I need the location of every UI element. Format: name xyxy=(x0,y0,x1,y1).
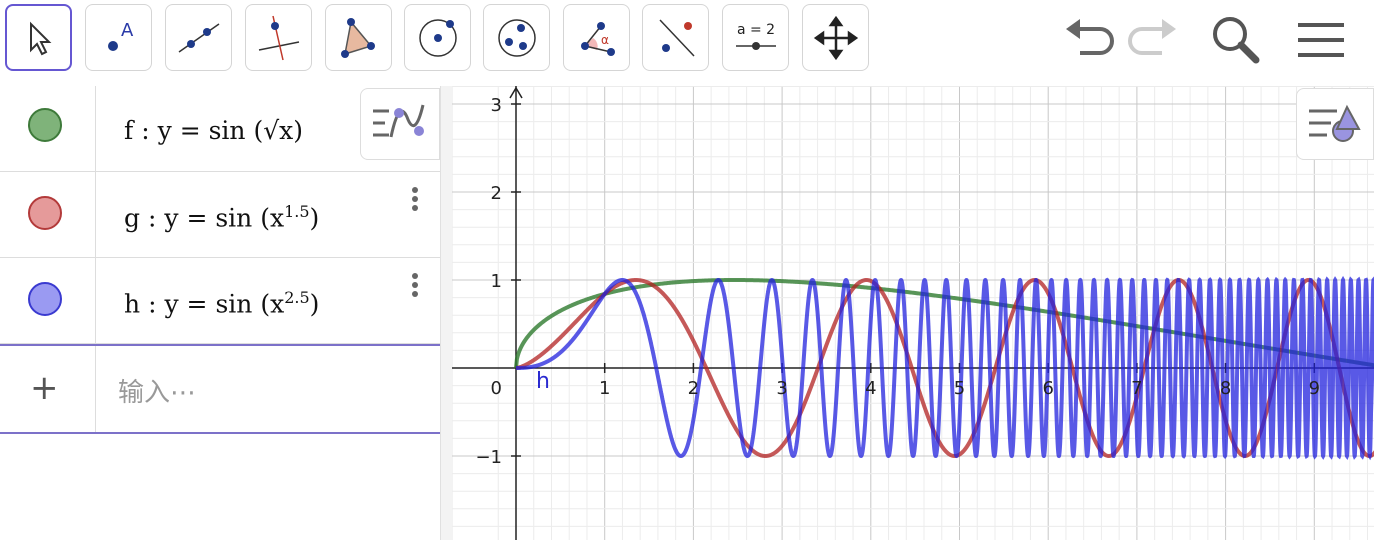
function-plot: 0 1 2 3 4 5 6 7 8 9 3 2 1 −1 h xyxy=(452,86,1374,540)
circle-three-points-icon xyxy=(497,18,536,57)
menu-icon xyxy=(1298,23,1344,57)
redo-button[interactable] xyxy=(1124,10,1184,70)
point-icon: A xyxy=(107,20,134,51)
angle-tool-button[interactable]: α xyxy=(563,4,630,71)
slider-tool-button[interactable]: a = 2 xyxy=(722,4,789,71)
algebra-input-field[interactable]: 输入⋯ xyxy=(118,372,196,409)
toolbar: A α a = 2 xyxy=(0,0,1374,87)
perpendicular-line-icon xyxy=(258,15,299,60)
circle-three-points-tool-button[interactable] xyxy=(483,4,550,71)
angle-icon: α xyxy=(580,21,615,56)
y-tick-label-1: 2 xyxy=(491,183,502,204)
x-tick-label-7: 7 xyxy=(1131,378,1142,399)
reflect-tool-button[interactable] xyxy=(642,4,709,71)
algebra-item-g[interactable]: g : y = sin (x1.5) xyxy=(0,172,440,258)
circle-center-point-tool-button[interactable] xyxy=(404,4,471,71)
visibility-toggle-f[interactable] xyxy=(28,108,62,142)
formula-f[interactable]: f : y = sin (√x) xyxy=(124,116,303,145)
plus-icon[interactable]: + xyxy=(30,368,59,408)
perpendicular-line-tool-button[interactable] xyxy=(245,4,312,71)
x-tick-label-9: 9 xyxy=(1309,378,1320,399)
move-arrows-icon xyxy=(813,15,858,60)
circle-center-icon xyxy=(418,18,457,57)
menu-button[interactable] xyxy=(1290,10,1350,70)
visibility-cell xyxy=(0,86,96,171)
graphics-style-icon xyxy=(1309,104,1361,142)
y-tick-label-3: −1 xyxy=(475,447,502,468)
angle-tool-label: α xyxy=(601,33,609,47)
formula-h[interactable]: h : y = sin (x2.5) xyxy=(124,288,319,318)
algebra-input-row[interactable]: + 输入⋯ xyxy=(0,344,440,434)
reflect-icon xyxy=(658,18,695,57)
move-graphics-view-tool-button[interactable] xyxy=(802,4,869,71)
point-tool-button[interactable]: A xyxy=(85,4,152,71)
x-tick-label-4: 4 xyxy=(865,378,876,399)
polygon-icon xyxy=(340,17,375,58)
undo-button[interactable] xyxy=(1058,10,1118,70)
curve-label-h[interactable]: h xyxy=(536,369,550,394)
origin-label: 0 xyxy=(491,378,502,399)
y-tick-label-0: 3 xyxy=(491,95,502,116)
search-button[interactable] xyxy=(1206,10,1266,70)
more-options-icon[interactable] xyxy=(405,184,425,218)
formula-g[interactable]: g : y = sin (x1.5) xyxy=(124,202,319,232)
graphics-view[interactable]: 0 1 2 3 4 5 6 7 8 9 3 2 1 −1 h xyxy=(452,86,1374,540)
graphics-style-toggle[interactable] xyxy=(1296,88,1374,160)
algebra-style-toggle[interactable] xyxy=(360,88,440,160)
x-tick-label-2: 2 xyxy=(688,378,699,399)
point-tool-label: A xyxy=(121,20,134,41)
redo-icon xyxy=(1128,19,1176,55)
visibility-toggle-h[interactable] xyxy=(28,282,62,316)
x-tick-label-6: 6 xyxy=(1042,378,1053,399)
line-tool-button[interactable] xyxy=(165,4,232,71)
slider-icon: a = 2 xyxy=(735,22,776,50)
search-icon xyxy=(1213,17,1260,64)
line-icon xyxy=(178,22,219,53)
x-tick-label-5: 5 xyxy=(954,378,965,399)
algebra-item-h[interactable]: h : y = sin (x2.5) xyxy=(0,258,440,344)
x-tick-label-3: 3 xyxy=(776,378,787,399)
undo-icon xyxy=(1066,19,1114,55)
visibility-cell xyxy=(0,172,96,257)
x-tick-label-8: 8 xyxy=(1220,378,1231,399)
more-options-icon[interactable] xyxy=(405,270,425,304)
visibility-toggle-g[interactable] xyxy=(28,196,62,230)
slider-tool-label: a = 2 xyxy=(736,22,774,38)
polygon-tool-button[interactable] xyxy=(325,4,392,71)
cursor-arrow-icon xyxy=(29,21,51,55)
visibility-cell xyxy=(0,258,96,343)
algebra-graph-icon xyxy=(373,104,425,138)
x-tick-label-1: 1 xyxy=(599,378,610,399)
y-tick-label-2: 1 xyxy=(491,271,502,292)
input-plus-cell: + xyxy=(0,346,96,432)
move-tool-button[interactable] xyxy=(5,4,72,71)
